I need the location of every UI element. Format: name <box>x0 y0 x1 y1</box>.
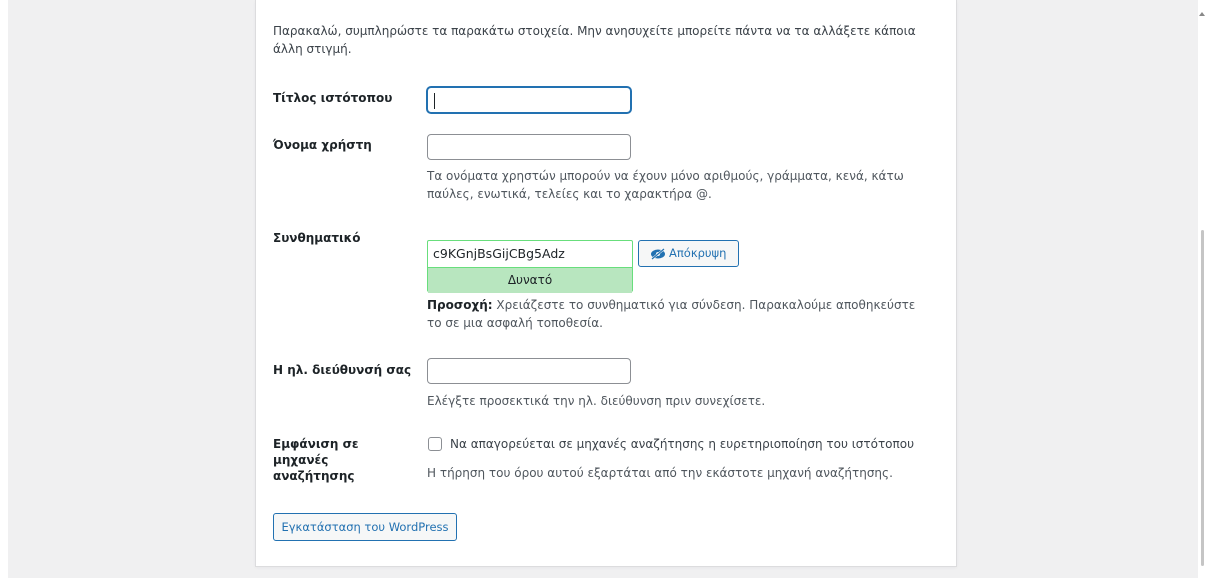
username-input[interactable] <box>427 134 631 160</box>
search-engine-checkbox[interactable] <box>428 437 442 451</box>
username-label: Όνομα χρήστη <box>273 138 372 152</box>
search-engine-description: Η τήρηση του όρου αυτού εξαρτάται από τη… <box>427 466 893 480</box>
password-field[interactable]: c9KGnjBsGijCBg5Adz Δυνατό <box>427 240 633 293</box>
install-wordpress-button[interactable]: Εγκατάσταση του WordPress <box>273 513 457 541</box>
password-note-strong: Προσοχή: <box>427 298 493 312</box>
intro-text: Παρακαλώ, συμπληρώστε τα παρακάτω στοιχε… <box>273 24 916 56</box>
site-title-input[interactable] <box>427 87 631 113</box>
eye-slash-icon <box>651 248 665 260</box>
username-description: Τα ονόματα χρηστών μπορούν να έχουν μόνο… <box>427 169 904 201</box>
email-input[interactable] <box>427 358 631 384</box>
password-note-text: Χρειάζεστε το συνθηματικό για σύνδεση. Π… <box>427 298 916 330</box>
search-engine-label: Εμφάνιση σε μηχανές αναζήτησης <box>273 437 359 483</box>
email-label: Η ηλ. διεύθυνσή σας <box>273 363 412 377</box>
hide-password-button[interactable]: Απόκρυψη <box>638 240 739 267</box>
site-title-label: Τίτλος ιστότοπου <box>273 91 393 105</box>
scrollbar-thumb[interactable] <box>1201 230 1204 566</box>
password-note: Προσοχή: Χρειάζεστε το συνθηματικό για σ… <box>427 296 917 332</box>
hide-password-label: Απόκρυψη <box>669 246 727 260</box>
password-label: Συνθηματικό <box>273 231 361 245</box>
email-description: Ελέγξτε προσεκτικά την ηλ. διεύθυνση πρι… <box>427 394 766 408</box>
setup-form-card: Παρακαλώ, συμπληρώστε τα παρακάτω στοιχε… <box>255 0 957 567</box>
scroll-up-arrow-icon[interactable] <box>1199 12 1205 16</box>
password-strength-indicator: Δυνατό <box>428 267 632 293</box>
text-caret <box>434 93 435 109</box>
search-engine-checkbox-label[interactable]: Να απαγορεύεται σε μηχανές αναζήτησης η … <box>450 436 920 452</box>
password-value[interactable]: c9KGnjBsGijCBg5Adz <box>433 246 565 261</box>
